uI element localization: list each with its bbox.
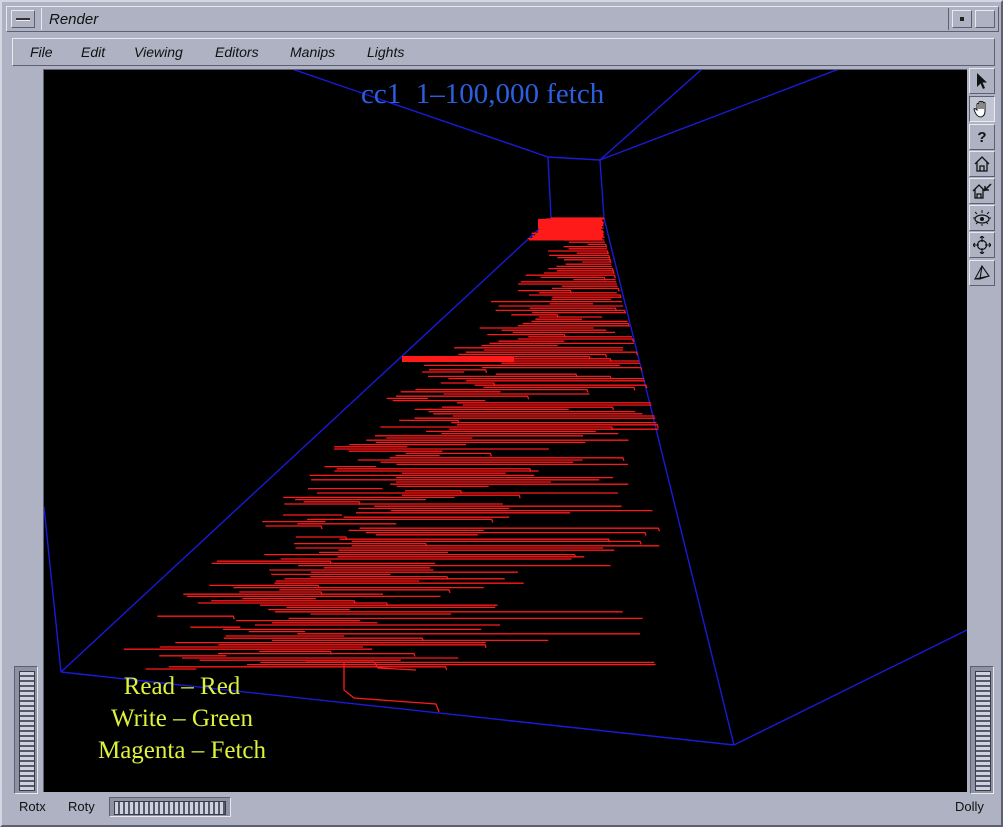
roty-wheel[interactable] (109, 797, 231, 817)
hand-icon (973, 101, 986, 118)
memory-trace (123, 217, 661, 713)
render-viewport[interactable]: cc1 1–100,000 fetch Read – Red Write – G… (43, 69, 967, 792)
title-bar[interactable]: Render (6, 6, 999, 32)
rotx-wheel-grip[interactable] (19, 671, 35, 791)
projection-icon (973, 264, 990, 280)
help-button[interactable]: ? (969, 124, 995, 150)
trace-lines (123, 217, 661, 713)
menu-editors[interactable]: Editors (215, 44, 259, 60)
render-window: Render File Edit Viewing Editors Manips … (0, 0, 1003, 827)
legend-fetch: Magenta – Fetch (97, 737, 266, 764)
menu-edit[interactable]: Edit (81, 44, 105, 60)
seek-button[interactable] (969, 232, 995, 258)
frame-edge (599, 70, 839, 161)
menu-manips[interactable]: Manips (290, 44, 335, 60)
frame-edge (733, 629, 967, 746)
title-divider (41, 8, 949, 30)
frame-edge (44, 506, 62, 673)
hand-button[interactable] (969, 96, 995, 122)
seek-icon (973, 236, 991, 254)
menu-lights[interactable]: Lights (367, 44, 404, 60)
view-all-icon (973, 210, 991, 226)
frame-edge (599, 70, 702, 161)
trace-dense-block (538, 219, 602, 229)
set-home-button[interactable] (969, 178, 995, 204)
frame-edge (547, 156, 552, 219)
dolly-wheel[interactable] (970, 666, 994, 794)
frame-edge (599, 159, 605, 219)
roty-wheel-grip[interactable] (114, 801, 226, 815)
legend-write: Write – Green (111, 705, 253, 732)
minimize-button[interactable] (952, 10, 972, 28)
projection-button[interactable] (969, 260, 995, 286)
set-home-icon (972, 183, 992, 199)
legend-read: Read – Red (123, 673, 241, 700)
dolly-wheel-grip[interactable] (975, 671, 991, 791)
menu-file[interactable]: File (30, 44, 53, 60)
rotx-label: Rotx (19, 799, 46, 814)
dolly-label: Dolly (955, 799, 984, 814)
menu-viewing[interactable]: Viewing (134, 44, 183, 60)
window-title: Render (49, 11, 99, 28)
rotx-wheel[interactable] (14, 666, 38, 794)
trace-dense-block (402, 356, 514, 362)
home-button[interactable] (969, 151, 995, 177)
home-icon (974, 156, 990, 172)
pick-arrow-icon (977, 73, 987, 89)
view-all-button[interactable] (969, 205, 995, 231)
frame-edge (547, 156, 601, 161)
help-icon: ? (977, 128, 987, 146)
menu-bar: File Edit Viewing Editors Manips Lights (12, 38, 995, 66)
window-menu-button[interactable] (11, 10, 35, 28)
viewer-toolbar: ? (969, 68, 997, 292)
scene-title: cc1 1–100,000 fetch (361, 78, 605, 110)
frame-edge (603, 217, 735, 746)
frame-edge (60, 217, 552, 673)
pick-arrow-button[interactable] (969, 68, 995, 94)
roty-label: Roty (68, 799, 95, 814)
maximize-button[interactable] (975, 10, 995, 28)
